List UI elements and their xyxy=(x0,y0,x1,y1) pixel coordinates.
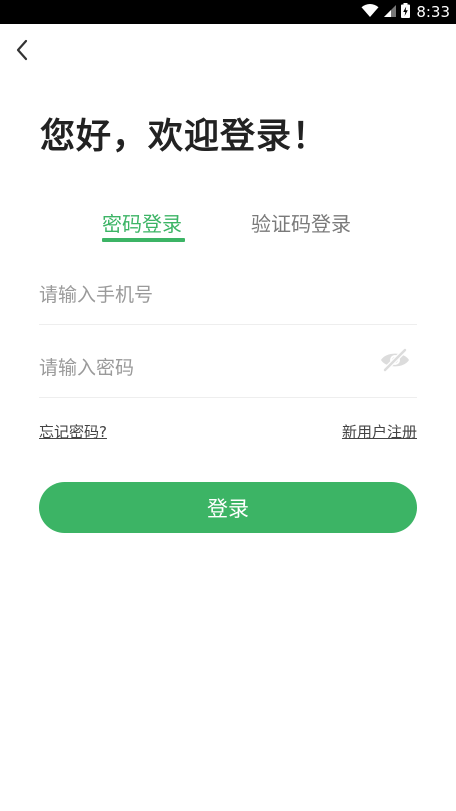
password-input[interactable] xyxy=(39,338,417,398)
battery-charging-icon xyxy=(401,2,411,22)
cellular-signal-icon xyxy=(383,3,397,22)
status-icons: 8:33 xyxy=(361,2,450,22)
welcome-title: 您好，欢迎登录！ xyxy=(40,117,329,157)
forgot-password-link[interactable]: 忘记密码? xyxy=(39,421,107,442)
register-link[interactable]: 新用户注册 xyxy=(342,421,417,442)
password-visibility-toggle[interactable] xyxy=(378,347,412,376)
status-time: 8:33 xyxy=(416,3,450,21)
tab-password-login[interactable]: 密码登录 xyxy=(102,208,182,237)
login-button[interactable]: 登录 xyxy=(39,482,417,533)
chevron-left-icon xyxy=(15,39,29,65)
status-bar: 8:33 xyxy=(0,0,456,24)
back-button[interactable] xyxy=(8,38,36,66)
wifi-icon xyxy=(361,3,379,22)
phone-input[interactable] xyxy=(39,265,417,325)
tab-code-login[interactable]: 验证码登录 xyxy=(251,208,351,237)
active-tab-indicator xyxy=(102,238,185,242)
eye-hidden-icon xyxy=(379,347,411,376)
